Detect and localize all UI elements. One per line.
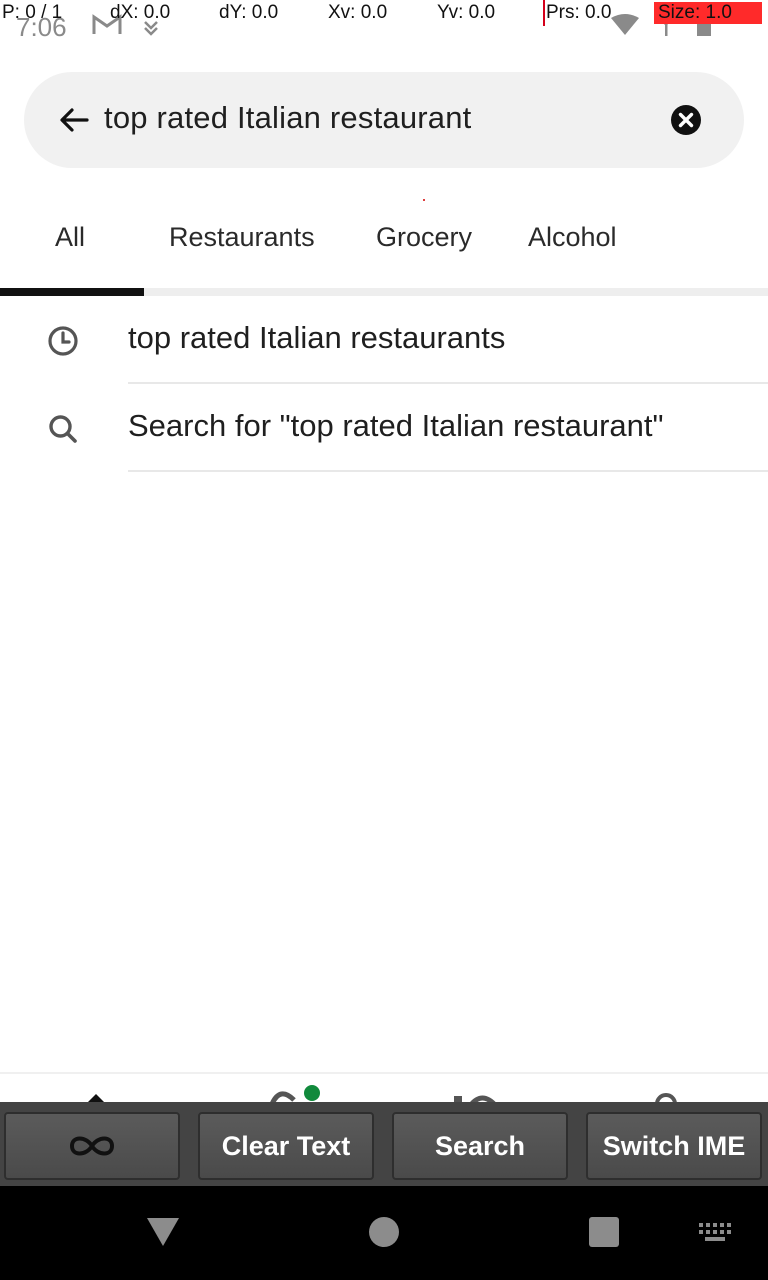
category-tabs: All Restaurants Grocery Alcohol [0,200,768,296]
tab-all[interactable]: All [55,222,85,253]
debug-xv: Xv: 0.0 [328,2,388,23]
bottom-navigation [0,1072,768,1104]
notification-badge [304,1085,320,1101]
list-item[interactable]: top rated Italian restaurants [0,296,768,384]
list-item[interactable]: Search for "top rated Italian restaurant… [0,384,768,472]
debug-size: Size: 1.0 [654,2,762,24]
tab-grocery[interactable]: Grocery [376,222,472,253]
keyboard-icon[interactable] [698,1222,732,1242]
tab-selected-indicator [0,288,144,296]
switch-ime-button[interactable]: Switch IME [586,1112,762,1180]
suggestion-text: Search for "top rated Italian restaurant… [128,408,664,443]
tab-restaurants[interactable]: Restaurants [169,222,315,253]
debug-pressure: Prs: 0.0 [546,2,612,23]
debug-dx: dX: 0.0 [110,2,171,23]
clear-text-button[interactable]: Clear Text [198,1112,374,1180]
pointer-debug-overlay: P: 0 / 1 dX: 0.0 dY: 0.0 Xv: 0.0 Yv: 0.0… [0,0,768,28]
suggestion-text: top rated Italian restaurants [128,320,506,355]
divider [128,470,768,472]
search-bar: top rated Italian restaurant [24,72,744,168]
back-triangle-icon[interactable] [145,1214,181,1248]
infinity-icon [69,1136,115,1156]
close-circle-icon[interactable] [670,104,702,136]
system-navigation-bar [0,1186,768,1280]
debug-dy: dY: 0.0 [219,2,279,23]
search-button[interactable]: Search [392,1112,568,1180]
back-button[interactable] [54,100,94,140]
debug-pointer-count: P: 0 / 1 [2,2,63,23]
debug-pressure-marker [543,0,545,26]
infinity-button[interactable] [4,1112,180,1180]
tab-alcohol[interactable]: Alcohol [528,222,617,253]
debug-yv: Yv: 0.0 [437,2,496,23]
arrow-left-icon [60,108,89,132]
search-icon [49,415,77,443]
search-input[interactable]: top rated Italian restaurant [104,100,472,136]
home-circle-icon[interactable] [369,1217,399,1247]
grocery-icon[interactable] [270,1082,320,1104]
ime-helper-bar: Clear Text Search Switch IME [0,1102,768,1186]
recents-square-icon[interactable] [589,1217,619,1247]
clock-icon [48,326,78,356]
